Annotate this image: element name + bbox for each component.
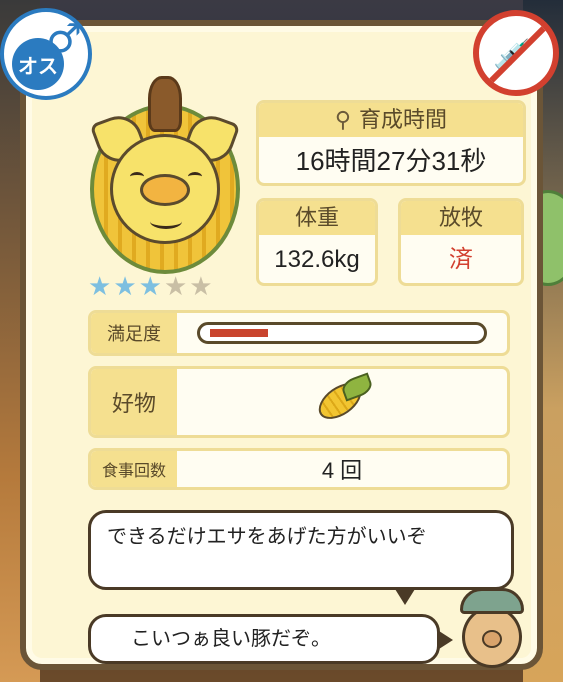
gender-badge: ♂ オス xyxy=(0,8,92,100)
growth-time-header: ⚲ 育成時間 xyxy=(259,103,523,137)
meal-count-value: 4 回 xyxy=(321,458,363,483)
pig-hair-tuft xyxy=(148,76,182,132)
pig-portrait xyxy=(89,74,241,274)
satisfaction-row: 満足度 xyxy=(88,310,510,356)
growth-time-panel: ⚲ 育成時間 16時間27分31秒 xyxy=(256,100,526,186)
pig-status-card: ★ ★ ★ ★ ★ ⚲ 育成時間 16時間27分31秒 体重 132.6kg 放牧 済 満… xyxy=(20,20,543,670)
pin-icon: ⚲ xyxy=(334,107,352,132)
star-empty-icon: ★ xyxy=(189,272,213,302)
favorite-food-label: 好物 xyxy=(91,369,177,435)
weight-header: 体重 xyxy=(259,201,375,235)
corn-icon xyxy=(312,372,375,427)
rating-stars: ★ ★ ★ ★ ★ xyxy=(88,274,213,300)
pig-snout xyxy=(140,174,190,206)
favorite-food-row: 好物 xyxy=(88,366,510,438)
weight-value: 132.6kg xyxy=(274,246,360,273)
star-filled-icon: ★ xyxy=(138,272,162,302)
growth-time-value: 16時間27分31秒 xyxy=(295,146,487,176)
grazing-header: 放牧 xyxy=(401,201,521,235)
pig-eye-left xyxy=(130,172,144,181)
weight-panel: 体重 132.6kg xyxy=(256,198,378,286)
grazing-panel: 放牧 済 xyxy=(398,198,524,286)
meal-count-row: 食事回数 4 回 xyxy=(88,448,510,490)
pig-eye-right xyxy=(188,172,202,181)
speech-bubble-comment: こいつぁ良い豚だぞ。 xyxy=(88,614,453,664)
gender-label: オス xyxy=(18,54,58,78)
speech-bubble-advice: できるだけエサをあげた方がいいぞ xyxy=(88,510,514,605)
star-empty-icon: ★ xyxy=(163,272,188,302)
growth-time-label: 育成時間 xyxy=(359,107,448,132)
star-filled-icon: ★ xyxy=(88,272,112,302)
vaccine-status-badge: 💉 xyxy=(473,10,559,96)
satisfaction-label: 満足度 xyxy=(91,313,177,353)
satisfaction-bar xyxy=(197,322,487,344)
meal-count-label: 食事回数 xyxy=(91,451,177,487)
farmer-avatar xyxy=(454,588,530,672)
pig-mouth xyxy=(150,214,182,229)
grazing-value: 済 xyxy=(449,246,473,273)
satisfaction-bar-fill xyxy=(210,329,268,337)
star-filled-icon: ★ xyxy=(113,272,137,302)
